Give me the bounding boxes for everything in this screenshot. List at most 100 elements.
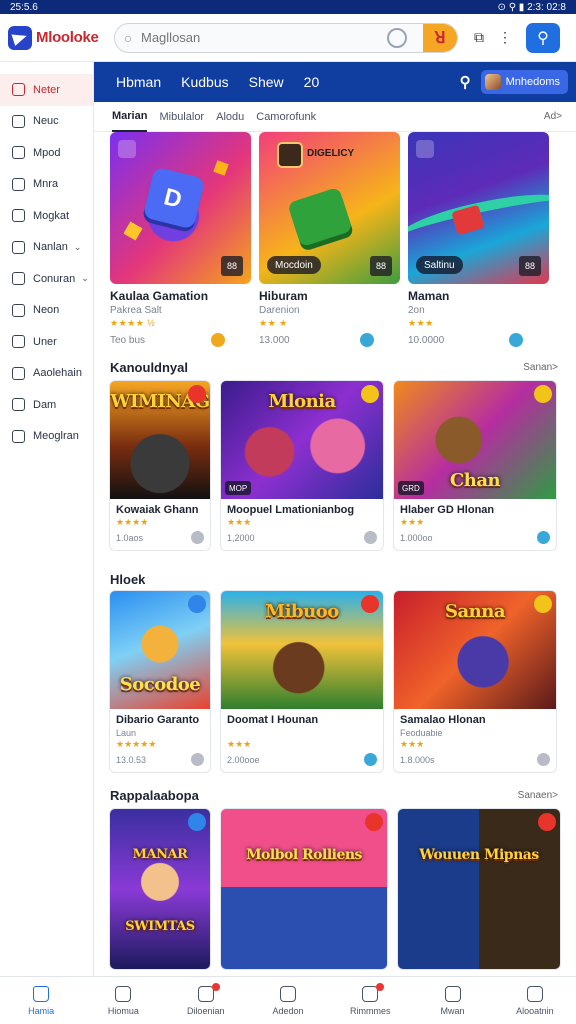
tab-label: Rimmmes xyxy=(350,1005,391,1016)
sidebar-item-icon xyxy=(12,398,25,412)
game-row: MANAR SWIMTAS Molbol Rolliens Wouuen Mip… xyxy=(109,808,561,970)
status-dot-icon xyxy=(360,333,374,347)
status-dot-icon xyxy=(364,753,377,766)
subtab-mibulalor[interactable]: Mibulalor xyxy=(159,103,204,131)
sidebar-item-label: Uner xyxy=(33,335,57,348)
featured-row: D 88 Kaulaa Gamation Pakrea Salt ★★★★ ½ … xyxy=(110,132,549,347)
game-card[interactable]: MANAR SWIMTAS xyxy=(109,808,211,970)
section-title: Hloek xyxy=(110,572,146,587)
search-icon[interactable]: ⚲ xyxy=(460,73,471,91)
featured-title: Hiburam xyxy=(259,289,308,303)
sidebar-item[interactable]: Neter xyxy=(0,74,93,106)
game-card[interactable]: Socodoe Dibario Garanto Laun ★★★★★ 13.0.… xyxy=(109,590,211,773)
bottom-tab[interactable]: Diloenian xyxy=(165,977,247,1024)
featured-title: Maman xyxy=(408,289,450,303)
rating-stars: ★★ ★ xyxy=(259,318,288,328)
corner-badge-icon xyxy=(361,385,379,403)
rating-stars: ★★★ xyxy=(227,517,252,527)
more-menu-icon[interactable]: ⋮ xyxy=(498,29,512,46)
corner-badge-icon xyxy=(538,813,556,831)
subtab-camorofunk[interactable]: Camorofunk xyxy=(256,103,316,131)
game-art-title: MANAR SWIMTAS xyxy=(125,847,195,934)
category-navbar: Hbman Kudbus Shew 20 ⚲ Mnhedoms xyxy=(94,62,576,102)
subtabs-more-link[interactable]: Ad> xyxy=(544,111,562,122)
game-card[interactable]: Sanna Samalao Hlonan Feoduabie ★★★ 1.8.0… xyxy=(393,590,557,773)
game-art-title: Socodoe xyxy=(119,674,201,695)
game-card[interactable]: Wouuen Mipnas xyxy=(397,808,561,970)
app-logo[interactable]: Mlooloke xyxy=(8,25,108,50)
screen-cast-icon[interactable]: ⧉ xyxy=(474,29,484,46)
game-subtitle: Laun xyxy=(116,728,137,738)
subtab-marian[interactable]: Marian xyxy=(112,102,148,132)
game-card[interactable]: Mibuoo Doomat I Hounan ★★★ 2.00ooe xyxy=(220,590,384,773)
sidebar-item[interactable]: Neon xyxy=(0,295,93,327)
sidebar-item[interactable]: Mogkat xyxy=(0,200,93,232)
game-card[interactable]: WIMINAG Kowaiak Ghann ★★★★ 1.0aos xyxy=(109,380,211,551)
sidebar-item[interactable]: Nanlan ⌄ xyxy=(0,232,93,264)
game-card[interactable]: Molbol Rolliens xyxy=(220,808,388,970)
feature-code-tag: 88 xyxy=(221,256,243,276)
section-more-link[interactable]: Sanaen> xyxy=(518,790,558,801)
section-more-link[interactable]: Sanan> xyxy=(523,362,558,373)
avatar xyxy=(484,74,501,90)
bottom-tab[interactable]: Alooatnin xyxy=(494,977,576,1024)
sidebar-item-icon xyxy=(12,83,25,97)
featured-card[interactable]: DIGELICY Mocdoin 88 Hiburam Darenion ★★ … xyxy=(259,132,400,347)
game-title: Doomat I Hounan xyxy=(227,714,319,726)
game-subtitle xyxy=(227,728,377,738)
nav-item-shew[interactable]: Shew xyxy=(249,74,284,90)
featured-card[interactable]: D 88 Kaulaa Gamation Pakrea Salt ★★★★ ½ … xyxy=(110,132,251,347)
search-button[interactable]: ⚲ xyxy=(526,22,560,53)
featured-pill: Mocdoin xyxy=(267,256,321,274)
voice-search-icon[interactable] xyxy=(387,27,407,48)
featured-card[interactable]: Saltinu 88 Maman 2on ★★★ 10.0000 xyxy=(408,132,549,347)
sidebar-item[interactable]: Mpod xyxy=(0,137,93,169)
sidebar-item[interactable]: Uner xyxy=(0,326,93,358)
status-dot-icon xyxy=(211,333,225,347)
tab-label: Mwan xyxy=(440,1005,465,1016)
subtab-alodu[interactable]: Alodu xyxy=(216,103,244,131)
nav-item-hbman[interactable]: Hbman xyxy=(116,74,161,90)
sidebar-item[interactable]: Meoglran xyxy=(0,421,93,453)
game-caption-tag: MOP xyxy=(225,481,252,495)
search-submit-button[interactable]: ꓤ xyxy=(423,23,457,52)
sidebar-item-icon xyxy=(12,114,25,128)
status-dot-icon xyxy=(364,531,377,544)
rating-stars: ★★★ xyxy=(227,739,252,749)
sidebar-item-label: Meoglran xyxy=(33,430,79,443)
status-bar: 25:5.6 ⊙ ⚲ ▮ 2:3: 02:8 xyxy=(0,0,576,14)
bottom-tab[interactable]: Adedon xyxy=(247,977,329,1024)
search-input[interactable] xyxy=(141,23,387,52)
main-content: Marian Mibulalor Alodu Camorofunk Ad> D … xyxy=(94,102,576,976)
bottom-tab[interactable]: Rimmmes xyxy=(329,977,411,1024)
sidebar-item[interactable]: Aaolehain xyxy=(0,358,93,390)
sidebar-item-label: Aaolehain xyxy=(33,367,82,380)
section-title: Rappalaabopa xyxy=(110,788,199,803)
sidebar-item[interactable]: Mnra xyxy=(0,169,93,201)
game-art-title: Mlonia xyxy=(268,391,336,412)
user-account-button[interactable]: Mnhedoms xyxy=(480,70,568,94)
app-name: Mlooloke xyxy=(36,29,99,46)
nav-item-kudbus[interactable]: Kudbus xyxy=(181,74,228,90)
bottom-tab[interactable]: Hiomua xyxy=(82,977,164,1024)
game-card[interactable]: Mlonia MOP Moopuel Lmationianbog ★★★ 1,2… xyxy=(220,380,384,551)
sidebar-item[interactable]: Neuc xyxy=(0,106,93,138)
sidebar-item-icon xyxy=(12,303,25,317)
tab-icon xyxy=(526,985,543,1002)
bottom-tab[interactable]: Hamia xyxy=(0,977,82,1024)
game-meta: 2.00ooe xyxy=(227,754,260,765)
game-meta: 1.0aos xyxy=(116,532,144,543)
sidebar-item[interactable]: Dam xyxy=(0,389,93,421)
search-icon: ○ xyxy=(123,29,133,46)
featured-meta: Teo bus xyxy=(110,334,146,346)
game-card[interactable]: Chan GRD Hlaber GD Hlonan ★★★ 1.000oo xyxy=(393,380,557,551)
sidebar-item[interactable]: Conuran ⌄ xyxy=(0,263,93,295)
nav-item-20[interactable]: 20 xyxy=(304,74,320,90)
bottom-nav: Hamia Hiomua Diloenian Adedon Rimmmes Mwan Alo… xyxy=(0,976,576,1024)
sidebar: Neter Neuc Mpod Mnra Mogkat Nanlan ⌄ Conuran ⌄ Ne… xyxy=(0,62,94,976)
sidebar-item-icon xyxy=(12,429,25,443)
tab-icon xyxy=(444,985,461,1002)
bottom-tab[interactable]: Mwan xyxy=(411,977,493,1024)
game-meta: 13.0.53 xyxy=(116,754,147,765)
tab-icon xyxy=(33,985,50,1002)
